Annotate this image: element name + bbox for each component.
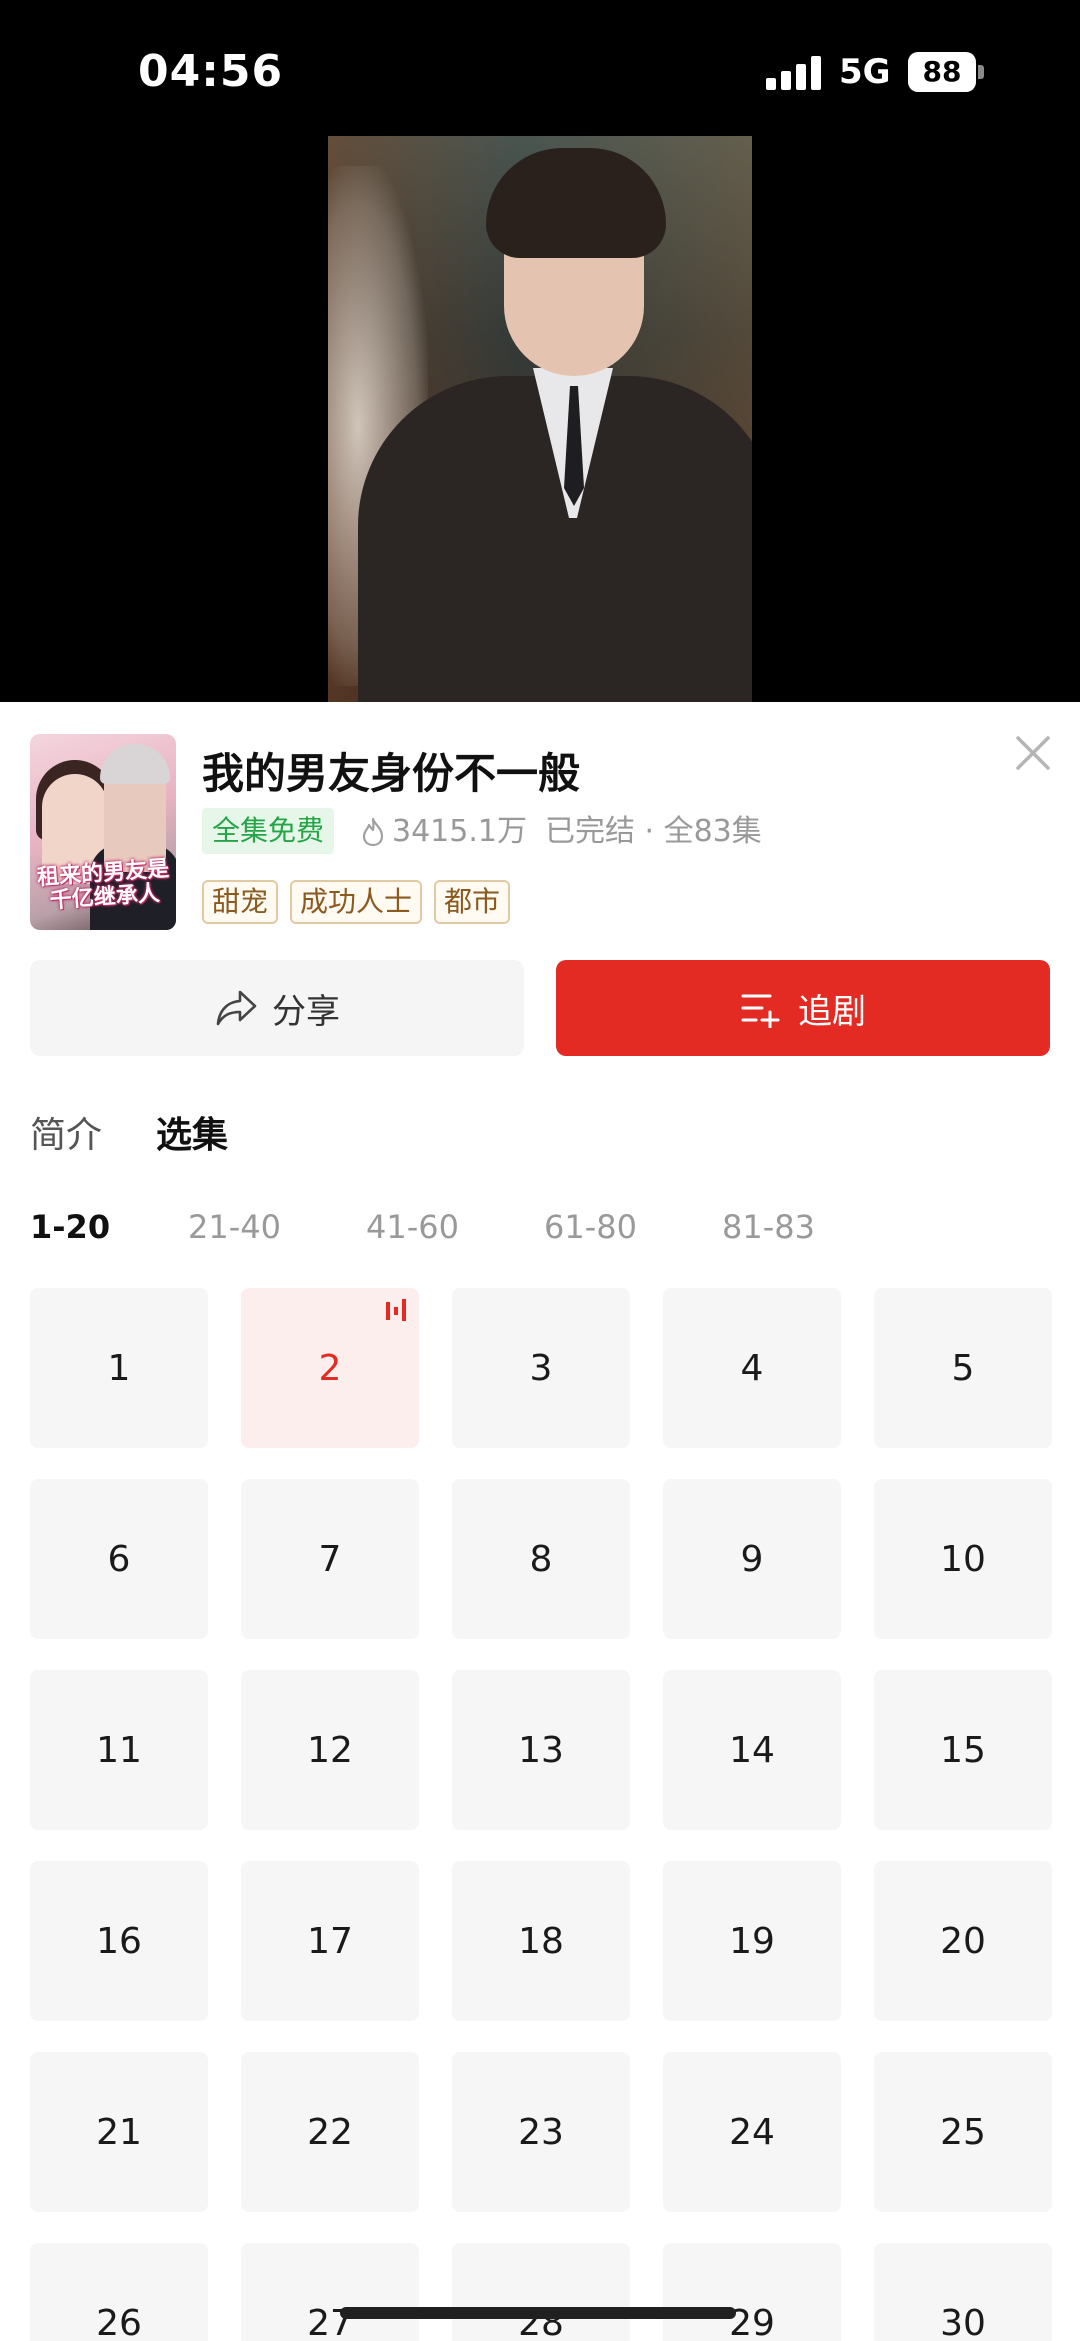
episode-item[interactable]: 22 (241, 2052, 419, 2212)
episode-item[interactable]: 7 (241, 1479, 419, 1639)
episode-item[interactable]: 20 (874, 1861, 1052, 2021)
episode-item[interactable]: 6 (30, 1479, 208, 1639)
share-icon (216, 990, 257, 1026)
free-badge: 全集免费 (202, 808, 335, 854)
episode-sheet: 租来的男友是千亿继承人 我的男友身份不一般 全集免费 3415.1万 已完结 ·… (0, 702, 1080, 2341)
episode-item[interactable]: 23 (452, 2052, 630, 2212)
add-to-list-icon (741, 994, 780, 1028)
episode-number: 2 (318, 1347, 342, 1389)
episode-item[interactable]: 5 (874, 1288, 1052, 1448)
episode-number: 17 (307, 1920, 353, 1962)
battery-cap (978, 65, 984, 79)
episode-number: 4 (740, 1347, 764, 1389)
video-frame[interactable] (328, 136, 752, 702)
episode-item[interactable]: 21 (30, 2052, 208, 2212)
episode-item[interactable]: 8 (452, 1479, 630, 1639)
episode-number: 11 (96, 1729, 142, 1771)
episode-item[interactable]: 3 (452, 1288, 630, 1448)
signal-icon (766, 56, 821, 90)
close-icon[interactable] (1012, 732, 1054, 774)
episode-item[interactable]: 18 (452, 1861, 630, 2021)
episode-number: 26 (96, 2302, 142, 2341)
battery-icon: 88 (908, 52, 984, 92)
episode-number: 7 (318, 1538, 342, 1580)
episode-number: 13 (518, 1729, 564, 1771)
range-tab-41-60[interactable]: 41-60 (366, 1208, 459, 1246)
episode-number: 23 (518, 2111, 564, 2153)
episode-item[interactable]: 11 (30, 1670, 208, 1830)
episode-item[interactable]: 17 (241, 1861, 419, 2021)
range-tab-61-80[interactable]: 61-80 (544, 1208, 637, 1246)
episode-number: 22 (307, 2111, 353, 2153)
tag[interactable]: 都市 (434, 880, 511, 924)
episode-item[interactable]: 30 (874, 2243, 1052, 2341)
episode-item[interactable]: 25 (874, 2052, 1052, 2212)
completion-status: 已完结 · 全83集 (544, 814, 762, 849)
range-tab-1-20[interactable]: 1-20 (30, 1208, 110, 1246)
episode-number: 20 (940, 1920, 986, 1962)
episode-number: 6 (107, 1538, 131, 1580)
episode-number: 8 (529, 1538, 553, 1580)
episode-number: 16 (96, 1920, 142, 1962)
follow-button[interactable]: 追剧 (556, 960, 1050, 1056)
play-count: 3415.1万 (392, 814, 527, 849)
episode-item[interactable]: 1 (30, 1288, 208, 1448)
tag-list: 甜宠 成功人士 都市 (202, 880, 511, 924)
tag[interactable]: 成功人士 (290, 880, 423, 924)
range-tab-81-83[interactable]: 81-83 (722, 1208, 815, 1246)
network-label: 5G (839, 52, 891, 92)
episode-number: 15 (940, 1729, 986, 1771)
range-tab-21-40[interactable]: 21-40 (188, 1208, 281, 1246)
home-indicator[interactable] (340, 2307, 736, 2319)
episode-number: 3 (529, 1347, 553, 1389)
episode-number: 29 (729, 2302, 775, 2341)
episode-item[interactable]: 12 (241, 1670, 419, 1830)
episode-item[interactable]: 10 (874, 1479, 1052, 1639)
share-label: 分享 (272, 991, 340, 1032)
episode-item[interactable]: 16 (30, 1861, 208, 2021)
follow-label: 追剧 (798, 991, 866, 1032)
episode-number: 12 (307, 1729, 353, 1771)
tab-episodes[interactable]: 选集 (156, 1106, 228, 1158)
flame-icon (362, 817, 384, 847)
status-bar: 04:56 5G 88 (0, 0, 1080, 150)
episode-item[interactable]: 4 (663, 1288, 841, 1448)
drama-cover[interactable]: 租来的男友是千亿继承人 (30, 734, 176, 930)
share-button[interactable]: 分享 (30, 960, 524, 1056)
episode-number: 30 (940, 2302, 986, 2341)
video-player[interactable]: 04:56 5G 88 (0, 0, 1080, 702)
episode-item[interactable]: 29 (663, 2243, 841, 2341)
screen: { "status_bar": { "time": "04:56", "netw… (0, 0, 1080, 2341)
status-time: 04:56 (138, 46, 284, 97)
episode-item[interactable]: 28 (452, 2243, 630, 2341)
episode-number: 9 (740, 1538, 764, 1580)
drama-stats: 3415.1万 已完结 · 全83集 (360, 810, 762, 854)
playing-icon (386, 1299, 406, 1321)
episode-item[interactable]: 15 (874, 1670, 1052, 1830)
episode-item[interactable]: 14 (663, 1670, 841, 1830)
cover-actor-hair (100, 744, 170, 784)
episode-number: 1 (107, 1347, 131, 1389)
episode-number: 25 (940, 2111, 986, 2153)
episode-item[interactable]: 26 (30, 2243, 208, 2341)
episode-number: 24 (729, 2111, 775, 2153)
episode-item[interactable]: 9 (663, 1479, 841, 1639)
episode-number: 5 (951, 1347, 975, 1389)
episode-number: 18 (518, 1920, 564, 1962)
episode-number: 21 (96, 2111, 142, 2153)
episode-number: 14 (729, 1729, 775, 1771)
episode-item[interactable]: 13 (452, 1670, 630, 1830)
episode-item[interactable]: 19 (663, 1861, 841, 2021)
episode-number: 10 (940, 1538, 986, 1580)
drama-title: 我的男友身份不一般 (202, 749, 581, 798)
episode-number: 19 (729, 1920, 775, 1962)
cover-title-art: 租来的男友是千亿继承人 (36, 856, 170, 914)
tab-intro[interactable]: 简介 (30, 1106, 102, 1158)
tag[interactable]: 甜宠 (202, 880, 279, 924)
battery-level: 88 (908, 52, 976, 92)
episode-item[interactable]: 2 (241, 1288, 419, 1448)
episode-item[interactable]: 27 (241, 2243, 419, 2341)
episode-item[interactable]: 24 (663, 2052, 841, 2212)
